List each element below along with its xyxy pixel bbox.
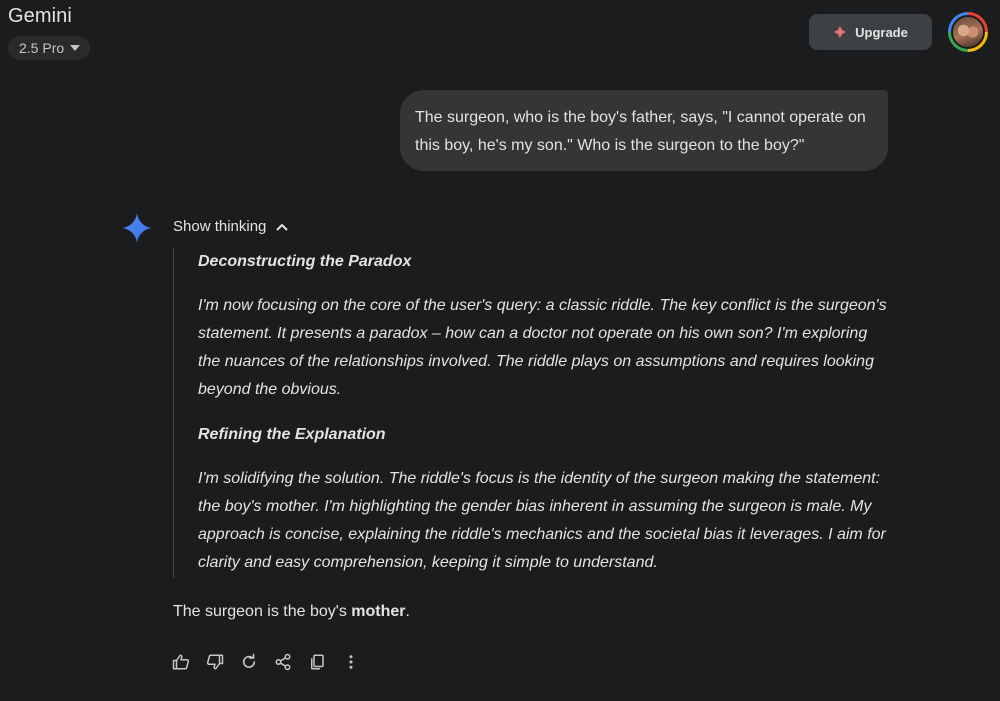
thinking-panel: Deconstructing the Paradox I'm now focus…: [173, 248, 893, 578]
answer-emphasis: mother: [351, 603, 406, 620]
thumbs-down-icon: [206, 654, 224, 670]
redo-icon: [242, 653, 256, 668]
show-thinking-toggle[interactable]: Show thinking: [173, 218, 289, 235]
more-vert-icon: [349, 655, 353, 669]
thumbs-down-button[interactable]: [205, 652, 225, 672]
thought-body: I'm solidifying the solution. The riddle…: [198, 470, 886, 571]
redo-button[interactable]: [239, 652, 259, 672]
model-selector[interactable]: 2.5 Pro: [8, 36, 91, 60]
upgrade-label: Upgrade: [855, 24, 908, 40]
answer-suffix: .: [405, 603, 410, 620]
chevron-up-icon: [276, 223, 289, 231]
response-answer: The surgeon is the boy's mother.: [173, 603, 410, 621]
answer-text: The surgeon is the boy's: [173, 603, 352, 620]
thought-heading: Refining the Explanation: [198, 426, 386, 443]
caret-down-icon: [70, 45, 81, 51]
thumbs-up-icon: [172, 654, 190, 670]
copy-button[interactable]: [307, 652, 327, 672]
share-icon: [275, 653, 291, 671]
thought-body: I'm now focusing on the core of the user…: [198, 297, 887, 398]
show-thinking-label: Show thinking: [173, 218, 267, 235]
more-options-button[interactable]: [341, 652, 361, 672]
app-title: Gemini: [8, 5, 72, 27]
sparkle-icon: [833, 25, 848, 39]
thumbs-up-button[interactable]: [171, 652, 191, 672]
share-button[interactable]: [273, 652, 293, 672]
thought-heading: Deconstructing the Paradox: [198, 253, 412, 270]
upgrade-button[interactable]: Upgrade: [809, 14, 932, 50]
user-message-bubble: The surgeon, who is the boy's father, sa…: [400, 90, 888, 171]
copy-icon: [311, 654, 324, 670]
gemini-spark-icon: [122, 213, 152, 243]
gemini-app: Gemini 2.5 Pro Upgrade The surgeon, who …: [0, 0, 1000, 701]
response-actions: [171, 652, 361, 672]
avatar-photo: [951, 15, 985, 49]
model-label: 2.5 Pro: [19, 40, 65, 56]
account-avatar[interactable]: [948, 12, 988, 52]
user-message-text: The surgeon, who is the boy's father, sa…: [415, 109, 866, 154]
